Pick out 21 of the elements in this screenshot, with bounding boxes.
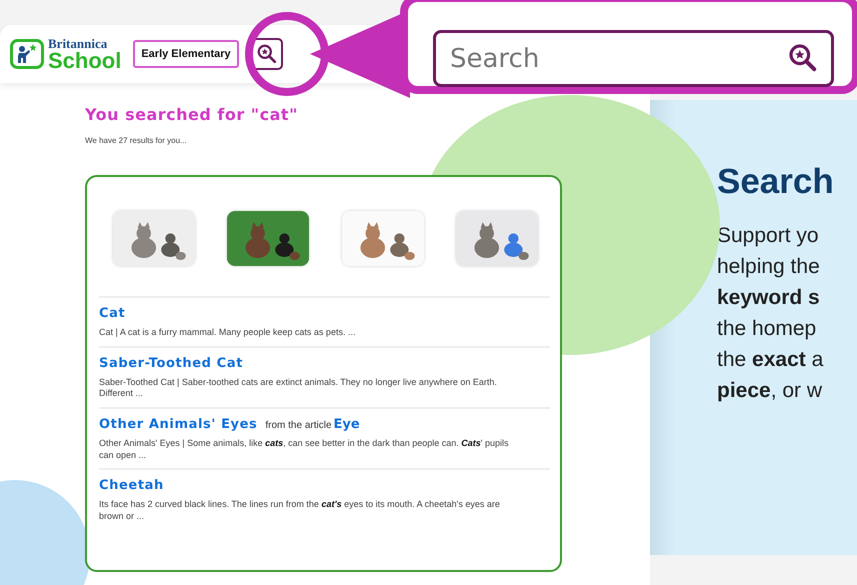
logo-icon (10, 39, 44, 69)
results-heading: You searched for "cat" (85, 105, 299, 124)
result-title-link[interactable]: Other Animals' Eyes (99, 417, 258, 432)
result-snippet: Cat | A cat is a furry mammal. Many people keep cats as pets. ... (99, 327, 356, 339)
search-icon (787, 42, 819, 74)
search-field[interactable]: Search (433, 30, 834, 87)
search-icon (256, 43, 278, 65)
source-label: from the article (265, 420, 332, 432)
panel-title: Search (717, 162, 835, 202)
results-count: We have 27 results for you... (85, 136, 188, 145)
result-snippet: Saber-Toothed Cat | Saber-toothed cats are extinct animals. They no longer live anywhere on Earth. Different ... (99, 376, 498, 400)
panel-text: Support yo helping the keyword s the homep the exact a piece, or w (717, 223, 824, 404)
logo-brand: Britannica (48, 36, 108, 50)
level-dropdown[interactable]: Early Elementary (133, 40, 239, 68)
article-link[interactable]: Eye (334, 417, 360, 432)
result-snippet: Its face has 2 curved black lines. The lines run from the cat's eyes to its mouth. A cheetah's eyes are brown or ... (99, 499, 501, 523)
result-title-link[interactable]: Cheetah (99, 478, 164, 494)
result-title-link[interactable]: Saber-Toothed Cat (99, 356, 244, 371)
logo-name: School (48, 50, 122, 72)
result-snippet: Other Animals' Eyes | Some animals, like cats, can see better in the dark than people can. Cats' pupils can open ... (99, 438, 510, 462)
result-title-link[interactable]: Cat (99, 306, 126, 321)
